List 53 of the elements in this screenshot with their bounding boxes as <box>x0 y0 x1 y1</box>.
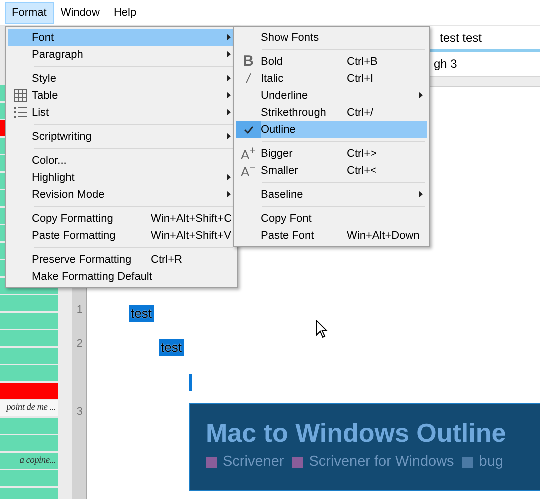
menu-item[interactable]: Paste Font Win+Alt+Down <box>236 227 427 244</box>
menu-item[interactable]: Revision Mode <box>8 186 235 203</box>
table-icon <box>14 89 26 102</box>
binder-row[interactable]: point de me ... <box>0 400 58 416</box>
outlined-text: test <box>159 339 184 356</box>
format-glyph-icon: A$^{−}$ <box>241 162 256 178</box>
menu-item[interactable]: Show Fonts <box>236 29 427 46</box>
menu-item[interactable]: / Italic Ctrl+I <box>236 70 427 87</box>
text-cursor <box>189 374 192 391</box>
format-glyph-icon: B <box>243 54 254 69</box>
format-glyph-icon: / <box>246 72 250 85</box>
menu-item[interactable]: Font <box>8 29 235 46</box>
menu-item[interactable]: Table <box>8 87 235 104</box>
row-text: test test <box>440 30 482 44</box>
menu-item[interactable]: Style <box>8 70 235 87</box>
menu-item[interactable]: Copy Formatting Win+Alt+Shift+C <box>8 210 235 227</box>
binder-row-title: a copine... <box>20 456 57 466</box>
row-text: gh 3 <box>434 57 458 71</box>
menu-item[interactable]: Underline <box>236 87 427 104</box>
binder-row-title: point de me ... <box>6 403 57 413</box>
menu-item[interactable]: Paste Formatting Win+Alt+Shift+V <box>8 227 235 244</box>
menu-item[interactable]: A$^{+}$ Bigger Ctrl+> <box>236 145 427 162</box>
menu-bar-item[interactable]: Window <box>54 2 107 24</box>
binder-row[interactable] <box>0 382 58 398</box>
menu-item[interactable]: Scriptwriting <box>8 128 235 145</box>
line-number: 2 <box>76 338 83 350</box>
list-icon <box>14 107 26 118</box>
menu-bar-item[interactable]: Help <box>106 2 144 24</box>
line-number: 3 <box>76 406 83 418</box>
menu-item[interactable]: Color... <box>8 152 235 169</box>
binder-row[interactable] <box>0 312 58 328</box>
menu-item[interactable]: Baseline <box>236 186 427 203</box>
binder-row[interactable] <box>0 418 58 434</box>
menu-item[interactable]: List <box>8 104 235 121</box>
binder-row[interactable] <box>0 488 58 499</box>
menu-item[interactable]: Paragraph <box>8 46 235 63</box>
check-icon <box>244 126 254 134</box>
outlined-text: test <box>129 305 154 322</box>
binder-row[interactable]: a copine... <box>0 452 58 468</box>
mouse-pointer-icon <box>316 320 328 339</box>
menu-item[interactable]: Highlight <box>8 169 235 186</box>
menu-bar-item[interactable]: Format <box>5 2 54 24</box>
menu-item[interactable]: Preserve Formatting Ctrl+R <box>8 251 235 268</box>
menu-item[interactable]: Make Formatting Default <box>8 268 235 285</box>
menu-item[interactable]: B Bold Ctrl+B <box>236 53 427 70</box>
card-title: Mac to Windows Outline <box>206 418 508 449</box>
format-glyph-icon: A$^{+}$ <box>241 146 256 162</box>
menu-item[interactable]: A$^{−}$ Smaller Ctrl+< <box>236 162 427 179</box>
menu-item[interactable]: Strikethrough Ctrl+/ <box>236 104 427 121</box>
line-number: 1 <box>76 304 83 316</box>
menu-item[interactable]: Outline <box>236 121 427 138</box>
menu-item[interactable]: Copy Font <box>236 210 427 227</box>
binder-row[interactable] <box>0 348 58 364</box>
